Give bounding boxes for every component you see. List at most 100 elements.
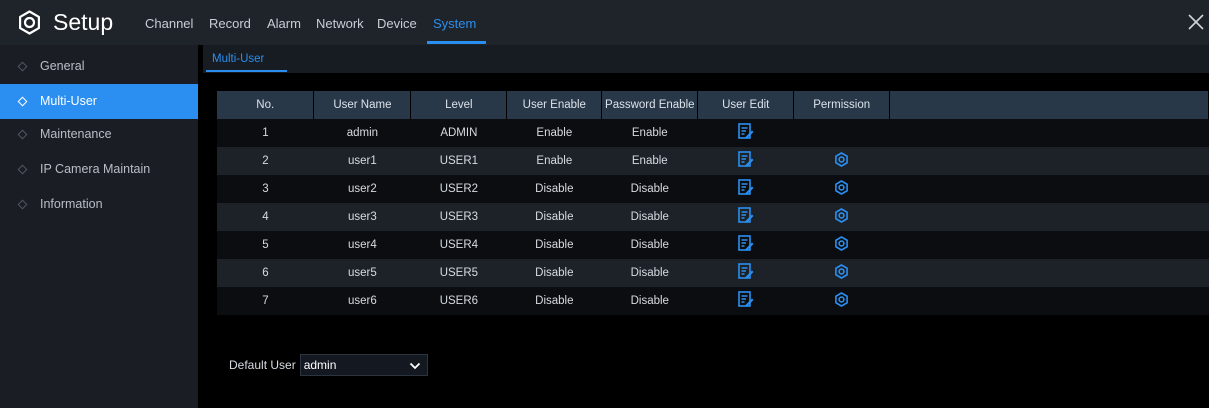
cell-level: USER4: [410, 231, 507, 259]
tab-system[interactable]: System: [433, 0, 476, 45]
cell-user-enable: Disable: [506, 259, 602, 287]
cell-user-name: user5: [313, 259, 411, 287]
cell-permission: [793, 147, 890, 175]
table-header-row: No. User Name Level User Enable Password…: [217, 91, 1209, 119]
cell-user-edit: [697, 287, 794, 315]
cell-user-name: user3: [313, 203, 411, 231]
cell-spacer: [889, 259, 1209, 287]
diamond-icon: [17, 164, 28, 175]
diamond-icon: [17, 61, 28, 72]
top-bar: Setup Channel Record Alarm Network Devic…: [0, 0, 1209, 45]
cell-no: 5: [217, 231, 314, 259]
sidebar-item-information[interactable]: Information: [0, 187, 198, 222]
table-row: 5 user4 USER4 Disable Disable: [217, 231, 1209, 259]
sidebar-item-label: Multi-User: [40, 94, 97, 108]
gear-icon[interactable]: [834, 236, 849, 254]
cell-user-edit: [697, 119, 794, 147]
cell-password-enable: Enable: [601, 147, 698, 175]
default-user-select[interactable]: admin: [299, 354, 428, 376]
cell-no: 2: [217, 147, 314, 175]
tab-device[interactable]: Device: [377, 0, 417, 45]
column-header-user-edit: User Edit: [697, 91, 795, 119]
cell-user-enable: Enable: [506, 119, 602, 147]
cell-no: 7: [217, 287, 314, 315]
sidebar-item-ip-camera-maintain[interactable]: IP Camera Maintain: [0, 152, 198, 187]
cell-level: USER2: [410, 175, 507, 203]
cell-password-enable: Enable: [601, 119, 698, 147]
default-user-row: Default User admin: [229, 354, 428, 376]
user-table: No. User Name Level User Enable Password…: [217, 91, 1209, 315]
edit-icon[interactable]: [737, 263, 754, 283]
cell-password-enable: Disable: [601, 175, 698, 203]
cell-user-enable: Disable: [506, 231, 602, 259]
sidebar-item-label: IP Camera Maintain: [40, 162, 151, 176]
cell-spacer: [889, 119, 1209, 147]
sidebar-item-multi-user[interactable]: Multi-User: [0, 84, 198, 119]
tab-network[interactable]: Network: [316, 0, 364, 45]
page-title: Setup: [53, 9, 114, 35]
tab-record[interactable]: Record: [209, 0, 251, 45]
cell-user-enable: Disable: [506, 287, 602, 315]
cell-spacer: [889, 203, 1209, 231]
cell-user-enable: Disable: [506, 203, 602, 231]
cell-spacer: [889, 231, 1209, 259]
sidebar-item-general[interactable]: General: [0, 49, 198, 84]
cell-user-name: user4: [313, 231, 411, 259]
edit-icon[interactable]: [737, 207, 754, 227]
cell-permission: [793, 203, 890, 231]
cell-level: USER3: [410, 203, 507, 231]
cell-level: USER5: [410, 259, 507, 287]
edit-icon[interactable]: [737, 291, 754, 311]
edit-icon[interactable]: [737, 235, 754, 255]
subtab-multi-user[interactable]: Multi-User: [212, 45, 264, 73]
cell-password-enable: Disable: [601, 287, 698, 315]
cell-no: 3: [217, 175, 314, 203]
edit-icon[interactable]: [737, 123, 754, 143]
sidebar-item-label: Information: [40, 197, 103, 211]
cell-user-edit: [697, 259, 794, 287]
main-content: Multi-User No. User Name Level User Enab…: [203, 45, 1209, 408]
diamond-icon: [17, 96, 28, 107]
edit-icon[interactable]: [737, 179, 754, 199]
cell-user-name: user6: [313, 287, 411, 315]
sidebar-item-maintenance[interactable]: Maintenance: [0, 117, 198, 152]
cell-permission: [793, 259, 890, 287]
table-row: 2 user1 USER1 Enable Enable: [217, 147, 1209, 175]
cell-level: ADMIN: [410, 119, 507, 147]
cell-password-enable: Disable: [601, 203, 698, 231]
sidebar: General Multi-User Maintenance IP Camera…: [0, 45, 198, 408]
cell-user-edit: [697, 203, 794, 231]
diamond-icon: [17, 129, 28, 140]
column-header-user-name: User Name: [313, 91, 412, 119]
gear-icon[interactable]: [834, 208, 849, 226]
gear-icon[interactable]: [834, 292, 849, 310]
table-row: 6 user5 USER5 Disable Disable: [217, 259, 1209, 287]
cell-no: 1: [217, 119, 314, 147]
cell-password-enable: Disable: [601, 259, 698, 287]
table-row: 7 user6 USER6 Disable Disable: [217, 287, 1209, 315]
cell-user-name: user1: [313, 147, 411, 175]
column-header-user-enable: User Enable: [506, 91, 603, 119]
gear-icon[interactable]: [834, 180, 849, 198]
column-header-no: No.: [217, 91, 315, 119]
cell-user-enable: Enable: [506, 147, 602, 175]
cell-password-enable: Disable: [601, 231, 698, 259]
gear-icon: [19, 10, 40, 35]
tab-channel[interactable]: Channel: [145, 0, 193, 45]
column-header-spacer: [889, 91, 1209, 119]
cell-user-edit: [697, 231, 794, 259]
gear-icon[interactable]: [834, 152, 849, 170]
cell-permission: [793, 119, 890, 147]
edit-icon[interactable]: [737, 151, 754, 171]
tab-alarm[interactable]: Alarm: [267, 0, 301, 45]
cell-no: 6: [217, 259, 314, 287]
default-user-label: Default User: [229, 358, 296, 372]
table-row: 4 user3 USER3 Disable Disable: [217, 203, 1209, 231]
column-header-permission: Permission: [793, 91, 891, 119]
column-header-level: Level: [410, 91, 508, 119]
subtab-bar: Multi-User: [203, 45, 1209, 73]
cell-permission: [793, 287, 890, 315]
gear-icon[interactable]: [834, 264, 849, 282]
close-icon[interactable]: [1186, 12, 1206, 32]
cell-user-edit: [697, 147, 794, 175]
